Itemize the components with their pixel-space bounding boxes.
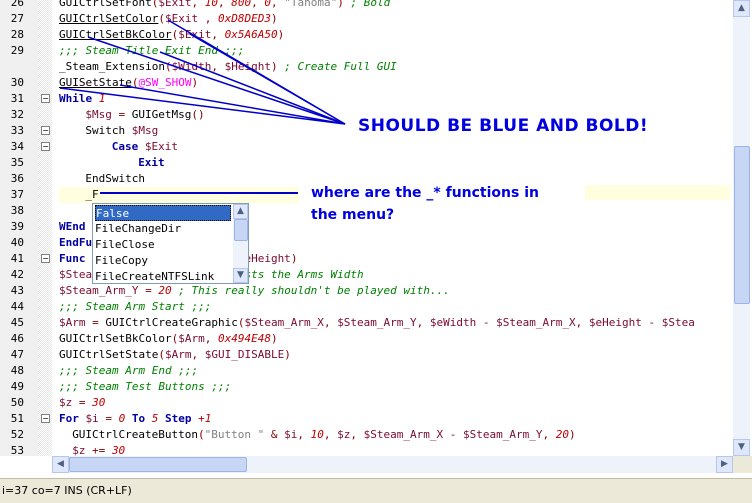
- annotation-arrows: [59, 19, 346, 194]
- status-text: i=37 co=7 INS (CR+LF): [2, 484, 132, 497]
- annotation-blue-bold: SHOULD BE BLUE AND BOLD!: [358, 116, 649, 136]
- annotation-line-1: where are the _* functions in: [311, 185, 539, 201]
- annotation-missing-functions: where are the _* functions in the menu?: [311, 182, 539, 226]
- arrow-to-setstate: [59, 84, 346, 125]
- annotation-line-2: the menu?: [311, 207, 395, 223]
- arrow-to-title-comment: [159, 51, 346, 125]
- status-bar: i=37 co=7 INS (CR+LF): [0, 478, 752, 503]
